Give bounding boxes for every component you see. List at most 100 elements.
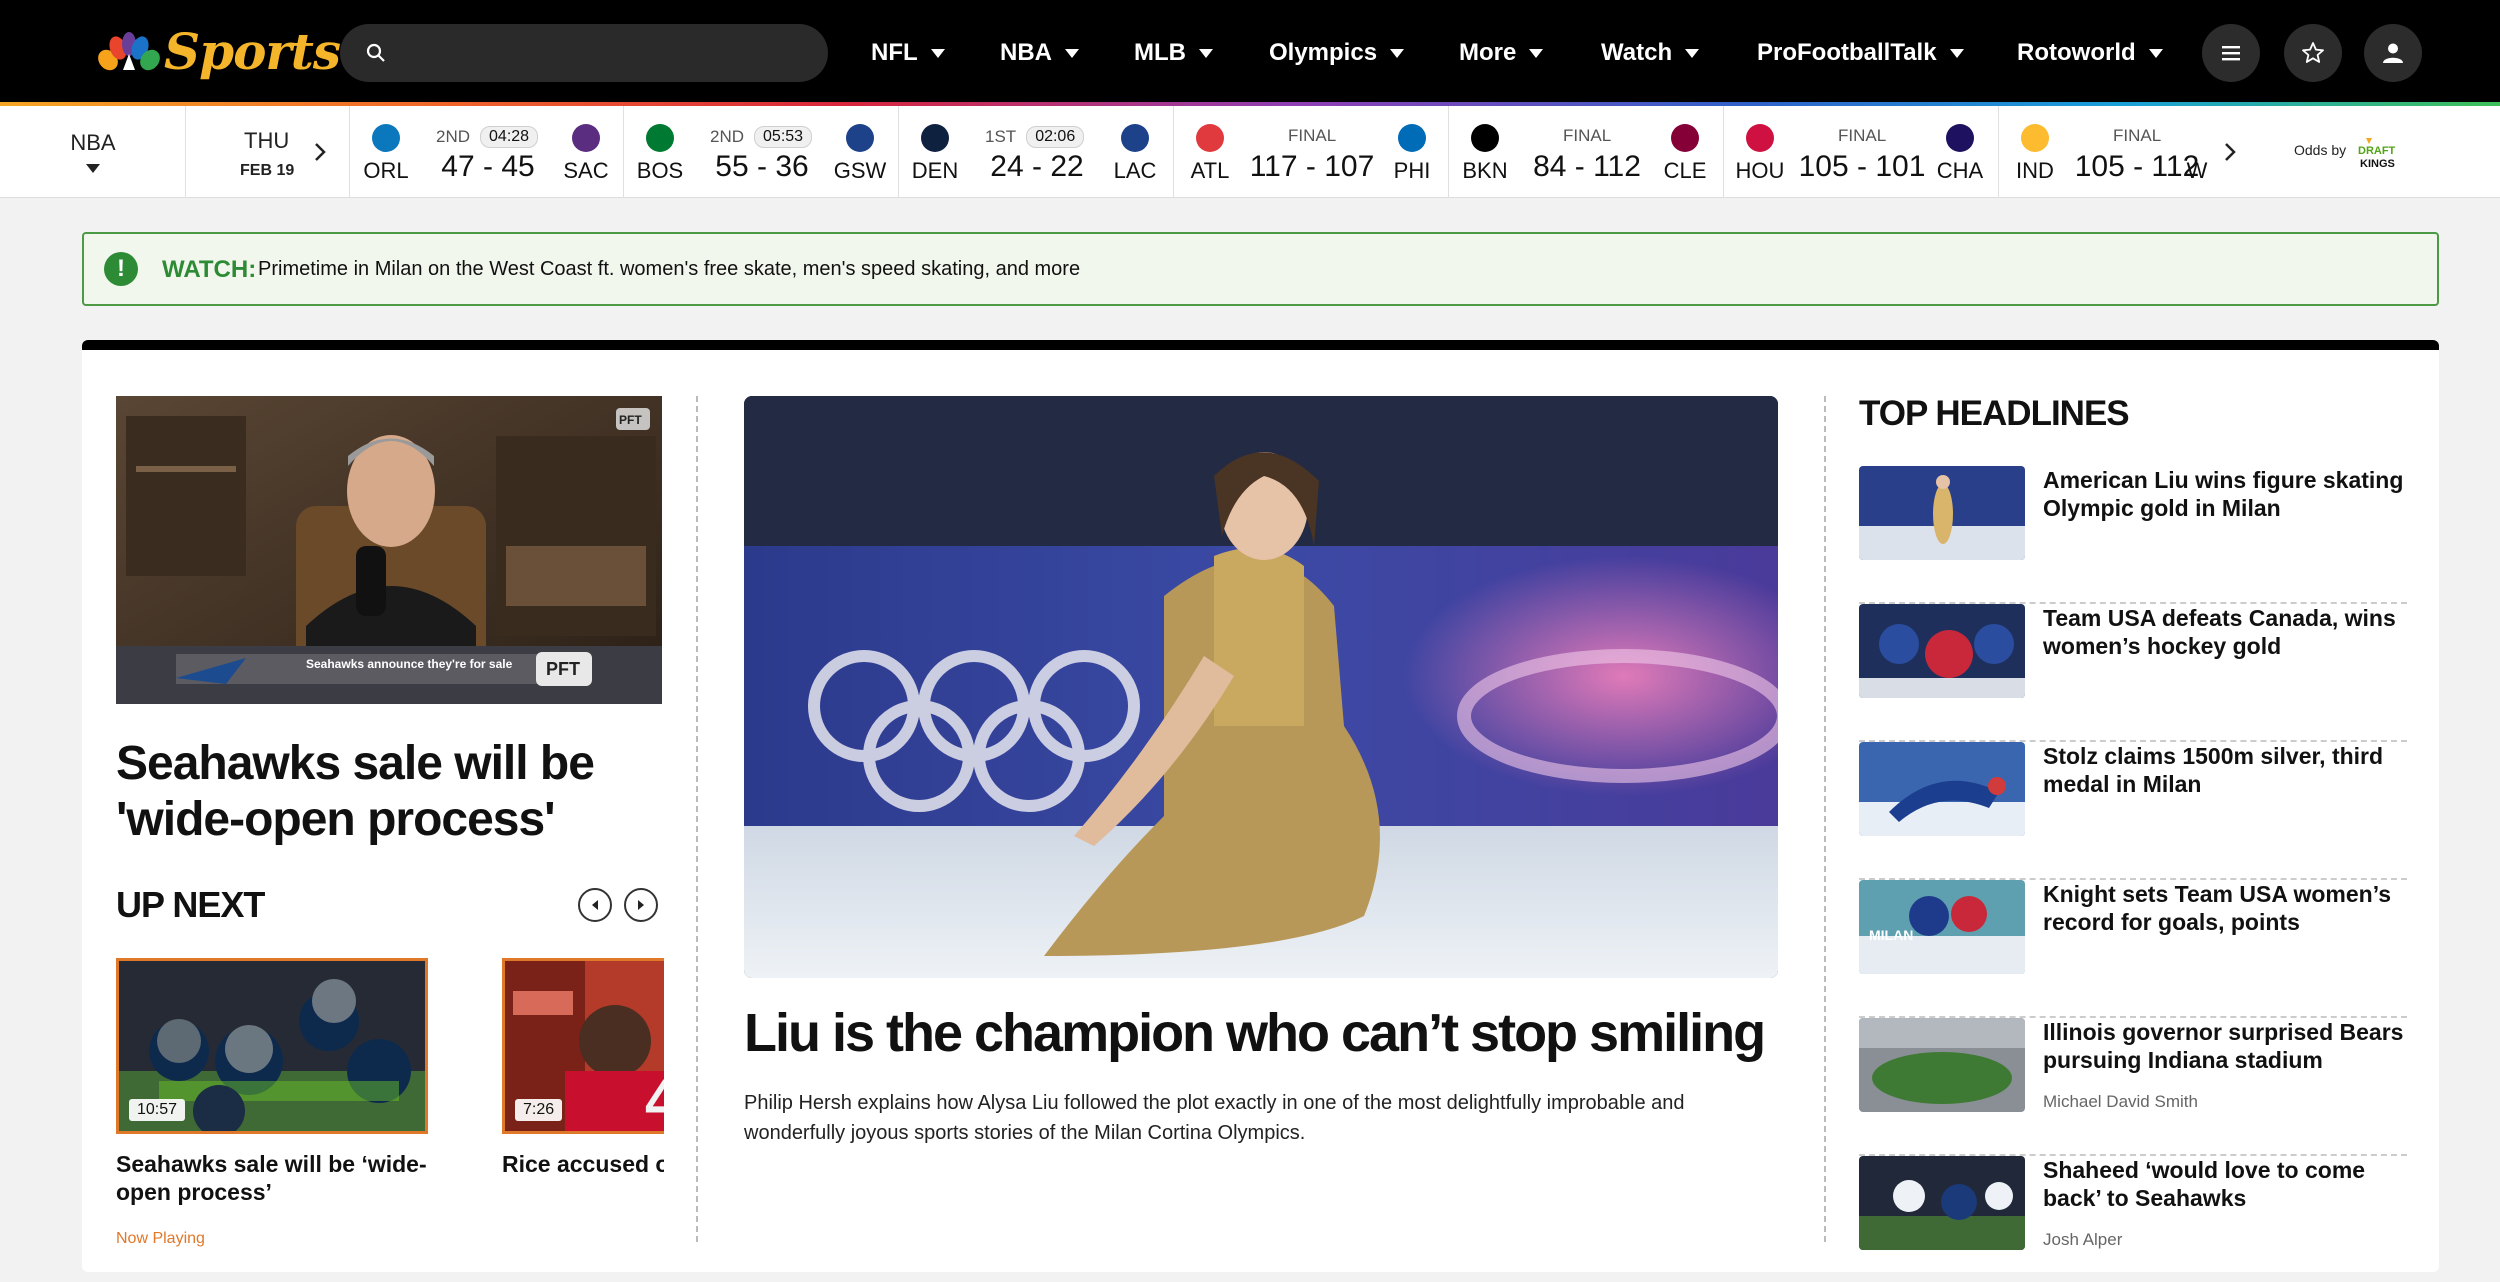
hero-image[interactable] (744, 396, 1778, 978)
alert-message[interactable]: Primetime in Milan on the West Coast ft.… (258, 258, 1080, 281)
headline-author[interactable]: Michael David Smith (2043, 1092, 2198, 1112)
headline-text[interactable]: American Liu wins figure skating Olympic… (2043, 466, 2407, 522)
chevron-right-icon[interactable] (2222, 140, 2238, 164)
favorites-button[interactable] (2284, 24, 2342, 82)
headline-text[interactable]: Illinois governor surprised Bears pursui… (2043, 1018, 2407, 1074)
headline-item[interactable]: MILAN Knight sets Team USA women’s recor… (1859, 880, 2407, 1018)
alert-label: WATCH: (162, 256, 257, 283)
headline-item[interactable]: Team USA defeats Canada, wins women’s ho… (1859, 604, 2407, 742)
home-team: PHI (1393, 158, 1431, 183)
headline-thumbnail[interactable] (1859, 1156, 2025, 1250)
game-score-card[interactable]: BOS 2ND 05:53 55 - 36 GSW (624, 106, 899, 198)
home-team: GSW (833, 158, 887, 183)
game-score-card[interactable]: BKN FINAL 84 - 112 CLE (1449, 106, 1724, 198)
headline-thumbnail[interactable] (1859, 1018, 2025, 1112)
game-score-card[interactable]: IND FINAL 105 - 112 W (1999, 106, 2211, 198)
nav-profootballtalk[interactable]: ProFootballTalk (1757, 36, 1964, 70)
svg-text:KINGS: KINGS (2360, 158, 2395, 170)
game-score-card[interactable]: DEN 1ST 02:06 24 - 22 LAC (899, 106, 1174, 198)
up-next-next-button[interactable] (624, 888, 658, 922)
nav-olympics[interactable]: Olympics (1269, 36, 1405, 70)
away-team: BKN (1462, 158, 1508, 183)
headline-thumbnail[interactable]: MILAN (1859, 880, 2025, 974)
menu-button[interactable] (2202, 24, 2260, 82)
away-team: IND (2016, 158, 2054, 183)
up-next-title[interactable]: Rice accused of violence in new (502, 1150, 664, 1178)
now-playing-label: Now Playing (116, 1230, 205, 1247)
headline-text[interactable]: Shaheed ‘would love to come back’ to Sea… (2043, 1156, 2407, 1212)
video-duration: 10:57 (129, 1099, 186, 1121)
nav-nfl[interactable]: NFL (871, 36, 945, 70)
account-button[interactable] (2364, 24, 2422, 82)
game-score: 105 - 101 (1798, 150, 1926, 183)
watch-alert-banner[interactable]: ! WATCH: Primetime in Milan on the West … (82, 232, 2439, 306)
column-divider (696, 396, 698, 1242)
draftkings-logo[interactable]: DRAFT KINGS (2356, 136, 2418, 172)
main-content-card: PFT PFT Seahawks announce they're for sa… (82, 340, 2439, 1272)
team-logo-icon (846, 124, 874, 152)
featured-video-title[interactable]: Seahawks sale will be 'wide-open process… (116, 736, 662, 848)
menu-icon (2222, 46, 2240, 61)
team-logo-icon (1196, 124, 1224, 152)
hero-description: Philip Hersh explains how Alysa Liu foll… (744, 1092, 1685, 1144)
game-score: 84 - 112 (1533, 150, 1641, 183)
nav-mlb[interactable]: MLB (1134, 36, 1213, 70)
caret-down-icon (1529, 48, 1544, 58)
headline-item[interactable]: American Liu wins figure skating Olympic… (1859, 466, 2407, 604)
game-status: 2ND 05:53 (710, 126, 813, 148)
alert-icon: ! (104, 252, 138, 286)
top-nav-bar: Sports NFL NBA MLB Olympics More Watch P… (0, 0, 2500, 106)
game-score-card[interactable]: ORL 2ND 04:28 47 - 45 SAC (350, 106, 624, 198)
caret-down-icon (1198, 48, 1213, 58)
featured-video-player[interactable]: PFT PFT Seahawks announce they're for sa… (116, 396, 662, 704)
headline-thumbnail[interactable] (1859, 466, 2025, 560)
search-bar[interactable] (340, 24, 828, 82)
up-next-title[interactable]: Seahawks sale will be ‘wide-open process… (116, 1150, 428, 1206)
game-status: FINAL (1563, 126, 1612, 145)
date-day: THU (244, 128, 290, 153)
nav-rotoworld[interactable]: Rotoworld (2017, 36, 2163, 70)
site-logo[interactable]: Sports (98, 22, 341, 81)
game-score: 117 - 107 (1249, 150, 1375, 183)
up-next-prev-button[interactable] (578, 888, 612, 922)
top-headlines-heading: TOP HEADLINES (1859, 394, 2130, 433)
nav-more[interactable]: More (1459, 36, 1544, 70)
headline-text[interactable]: Team USA defeats Canada, wins women’s ho… (2043, 604, 2407, 660)
caret-down-icon (2148, 48, 2163, 58)
headline-thumbnail[interactable] (1859, 742, 2025, 836)
search-input[interactable] (400, 40, 800, 66)
up-next-thumbnail[interactable]: 4 7:26 (502, 958, 664, 1134)
video-duration: 7:26 (515, 1099, 563, 1121)
up-next-heading: UP NEXT (116, 884, 265, 925)
headline-text[interactable]: Knight sets Team USA women’s record for … (2043, 880, 2407, 936)
hero-headline[interactable]: Liu is the champion who can’t stop smili… (744, 1002, 1784, 1064)
league-name: NBA (70, 130, 116, 155)
up-next-thumbnail[interactable]: 10:57 (116, 958, 428, 1134)
game-score-card[interactable]: ATL FINAL 117 - 107 PHI (1174, 106, 1449, 198)
headline-author[interactable]: Josh Alper (2043, 1230, 2122, 1250)
figure-skater-image (744, 396, 1778, 978)
team-logo-icon (1671, 124, 1699, 152)
headline-item[interactable]: Shaheed ‘would love to come back’ to Sea… (1859, 1156, 2407, 1256)
league-selector[interactable]: NBA (0, 106, 186, 198)
date-selector[interactable]: THU FEB 19 (186, 106, 350, 198)
home-team: SAC (563, 158, 609, 183)
nav-nba[interactable]: NBA (1000, 36, 1079, 70)
caret-down-icon (86, 164, 100, 173)
svg-text:DRAFT: DRAFT (2358, 145, 2396, 157)
game-status: FINAL (2113, 126, 2162, 145)
game-status: FINAL (1288, 126, 1337, 145)
away-team: DEN (911, 158, 959, 183)
nav-watch[interactable]: Watch (1601, 36, 1700, 70)
away-team: ATL (1190, 158, 1230, 183)
chevron-right-icon[interactable] (312, 140, 328, 164)
headline-item[interactable]: Illinois governor surprised Bears pursui… (1859, 1018, 2407, 1156)
star-icon (2302, 42, 2324, 63)
headline-text[interactable]: Stolz claims 1500m silver, third medal i… (2043, 742, 2407, 798)
logo-wordmark: Sports (164, 22, 341, 81)
headline-item[interactable]: Stolz claims 1500m silver, third medal i… (1859, 742, 2407, 880)
headline-thumbnail[interactable] (1859, 604, 2025, 698)
game-clock: 05:53 (754, 126, 813, 148)
game-score-card[interactable]: HOU FINAL 105 - 101 CHA (1724, 106, 1999, 198)
user-icon (2383, 43, 2403, 63)
